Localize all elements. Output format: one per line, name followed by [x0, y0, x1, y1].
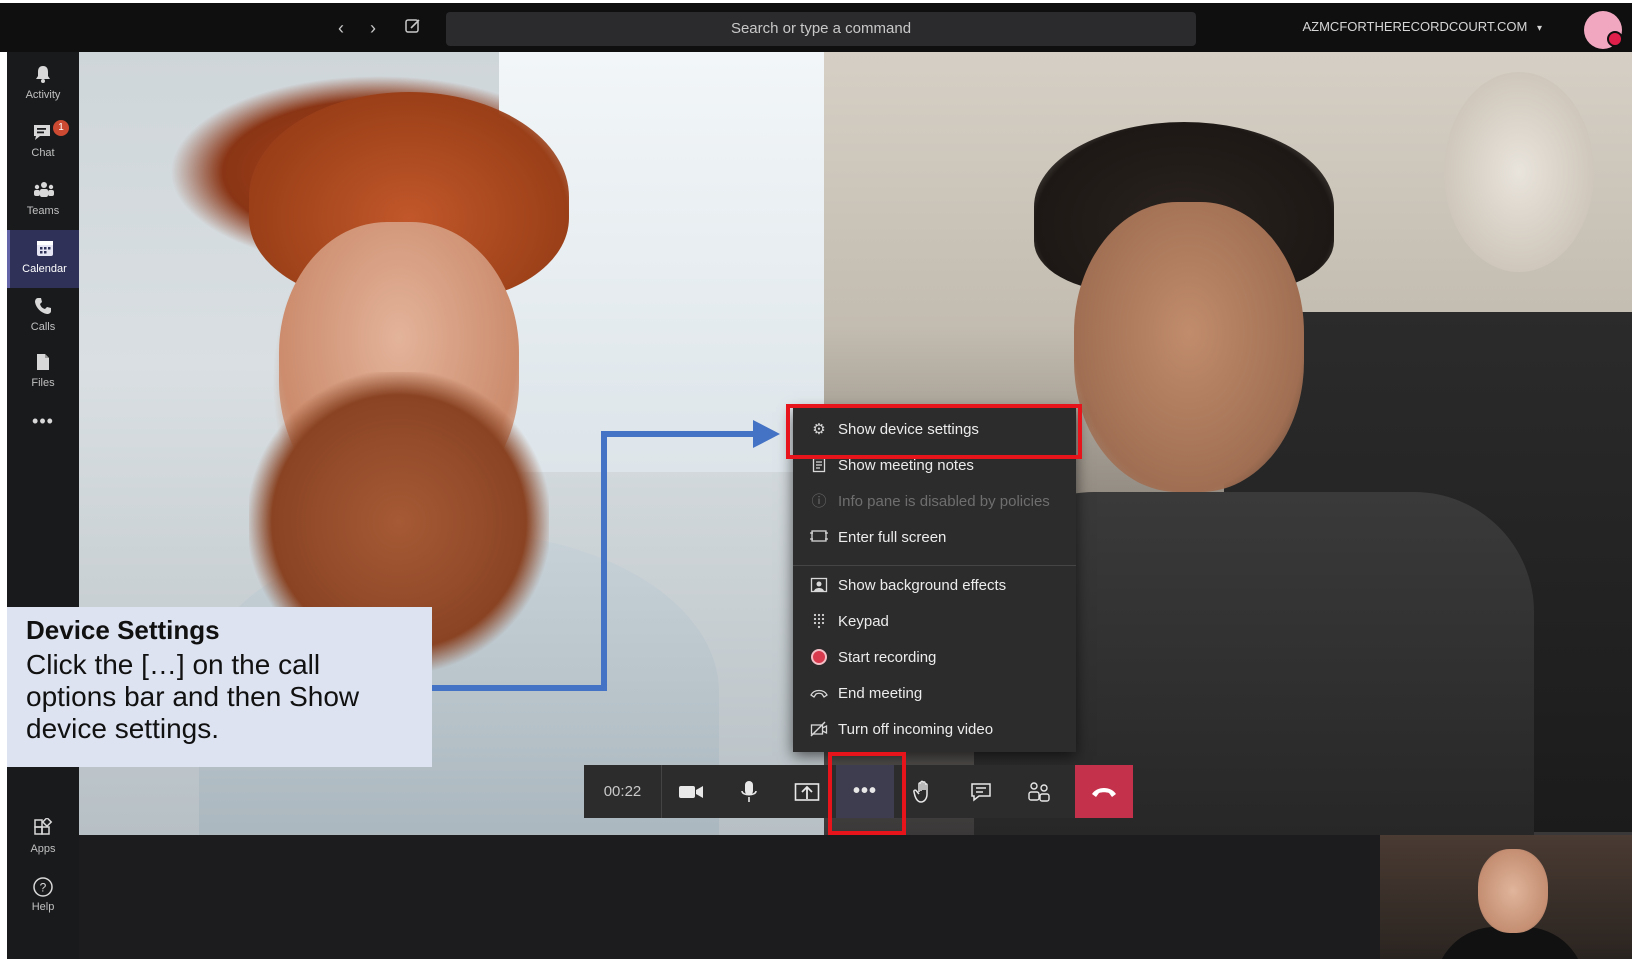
camera-toggle-button[interactable] — [662, 765, 720, 818]
rail-item-activity[interactable]: Activity — [7, 56, 79, 114]
hang-up-button[interactable] — [1075, 765, 1133, 818]
rail-item-label: Chat — [31, 147, 55, 159]
menu-item-show-background-effects[interactable]: Show background effects — [793, 568, 1076, 604]
help-icon: ? — [32, 876, 54, 898]
menu-item-label: Keypad — [838, 613, 889, 630]
rail-item-help[interactable]: ? Help — [7, 868, 79, 926]
callout-title: Device Settings — [26, 615, 220, 645]
highlight-more-actions-button — [828, 752, 906, 835]
share-tray-icon — [794, 780, 820, 802]
show-conversation-button[interactable] — [952, 765, 1010, 818]
menu-item-enter-full-screen[interactable]: Enter full screen — [793, 520, 1076, 556]
highlight-show-device-settings — [786, 404, 1082, 459]
org-name: AZMCFORTHERECORDCOURT.COM — [1302, 19, 1528, 34]
bell-icon — [32, 64, 54, 86]
rail-item-chat[interactable]: 1 Chat — [7, 114, 79, 172]
file-icon — [32, 352, 54, 374]
more-options-menu: ⚙ Show device settings Show meeting note… — [793, 408, 1076, 752]
menu-item-label: Start recording — [838, 649, 937, 666]
menu-item-label: Info pane is disabled by policies — [838, 493, 1050, 510]
rail-item-files[interactable]: Files — [7, 344, 79, 402]
participant-face — [1074, 202, 1304, 492]
menu-divider — [793, 565, 1076, 566]
background-effects-icon — [810, 577, 828, 595]
instruction-callout: Device Settings Click the […] on the cal… — [7, 607, 432, 767]
menu-item-start-recording[interactable]: Start recording — [793, 640, 1076, 676]
menu-item-label: Enter full screen — [838, 529, 947, 546]
menu-item-end-meeting[interactable]: End meeting — [793, 676, 1076, 712]
rail-item-apps[interactable]: Apps — [7, 810, 79, 868]
more-icon: ••• — [32, 411, 54, 431]
search-input[interactable]: Search or type a command — [446, 12, 1196, 46]
info-icon: ⓘ — [811, 493, 827, 510]
rail-item-label: Activity — [25, 89, 61, 101]
menu-item-label: Show meeting notes — [838, 457, 974, 474]
phone-icon — [32, 296, 54, 318]
chat-unread-badge: 1 — [53, 120, 69, 136]
compose-icon[interactable] — [402, 17, 424, 39]
rail-item-label: Files — [31, 377, 55, 389]
video-camera-icon — [678, 780, 704, 802]
rail-item-label: Calls — [30, 321, 56, 333]
apps-icon — [32, 816, 54, 840]
rail-item-label: Apps — [30, 843, 56, 855]
teams-icon — [32, 180, 54, 202]
menu-item-label: Show background effects — [838, 577, 1007, 594]
end-meeting-icon — [810, 685, 828, 703]
microphone-toggle-button[interactable] — [720, 765, 778, 818]
video-off-icon — [810, 721, 828, 739]
hang-up-icon — [1091, 780, 1117, 802]
forward-arrow-icon[interactable]: › — [362, 17, 384, 39]
microphone-icon — [741, 780, 757, 802]
menu-item-info-pane-disabled: ⓘ Info pane is disabled by policies — [793, 484, 1076, 520]
rail-item-teams[interactable]: Teams — [7, 172, 79, 230]
fullscreen-icon — [810, 529, 828, 547]
record-icon — [810, 649, 828, 667]
svg-text:?: ? — [40, 881, 47, 895]
show-participants-button[interactable] — [1010, 765, 1068, 818]
menu-item-turn-off-incoming-video[interactable]: Turn off incoming video — [793, 712, 1076, 748]
keypad-icon — [810, 613, 828, 631]
rail-item-calls[interactable]: Calls — [7, 288, 79, 346]
chevron-down-icon: ▾ — [1536, 23, 1542, 34]
notes-icon — [810, 457, 828, 475]
self-view-video[interactable] — [1380, 835, 1632, 959]
rail-item-label: Calendar — [22, 263, 67, 275]
rail-item-calendar[interactable]: Calendar — [7, 230, 79, 288]
chat-icon — [970, 780, 992, 802]
callout-text: Click the […] on the call options bar an… — [26, 649, 360, 744]
raise-hand-icon — [913, 780, 933, 803]
call-timer: 00:22 — [584, 765, 662, 818]
rail-item-label: Teams — [26, 205, 60, 217]
rail-item-label: Help — [31, 901, 55, 913]
menu-item-keypad[interactable]: Keypad — [793, 604, 1076, 640]
rail-item-more[interactable]: ••• — [7, 402, 79, 442]
participants-icon — [1027, 780, 1051, 802]
teams-meeting-window: ‹ › Search or type a command AZMCFORTHER… — [0, 0, 1632, 959]
menu-item-label: Turn off incoming video — [838, 721, 994, 738]
calendar-icon — [34, 238, 56, 260]
org-switcher[interactable]: AZMCFORTHERECORDCOURT.COM ▾ — [1302, 19, 1542, 34]
back-arrow-icon[interactable]: ‹ — [330, 17, 352, 39]
menu-item-label: End meeting — [838, 685, 923, 702]
background-hat — [1444, 72, 1594, 272]
judge-face — [1478, 849, 1548, 933]
chat-icon — [32, 122, 54, 144]
app-bar: Activity 1 Chat Teams Calendar Calls Fil… — [0, 52, 79, 959]
avatar[interactable] — [1584, 11, 1623, 49]
title-bar: ‹ › Search or type a command AZMCFORTHER… — [0, 0, 1632, 52]
